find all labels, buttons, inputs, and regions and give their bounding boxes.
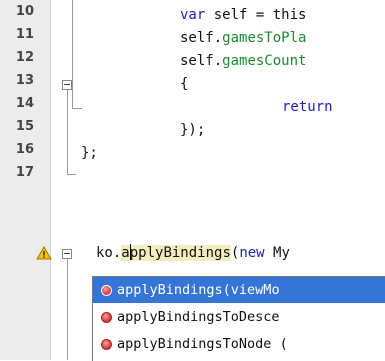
code-line-current: ko.applyBindings(new My xyxy=(96,242,385,265)
line-number: 10 xyxy=(15,4,34,19)
code-line-16: }; xyxy=(81,142,385,165)
identifier-part: pplyBindings xyxy=(129,245,231,261)
warning-icon[interactable] xyxy=(36,246,52,260)
highlighted-identifier: applyBindings xyxy=(121,244,231,261)
code-text: }; xyxy=(81,145,98,161)
completion-item[interactable]: applyBindingsToDesce xyxy=(93,304,385,330)
keyword: var xyxy=(180,7,206,23)
completion-params: (viewMo xyxy=(222,282,280,298)
completion-item[interactable]: applyBindings(viewMo xyxy=(93,277,385,303)
code-line-15: }); xyxy=(180,119,385,142)
method-icon xyxy=(101,312,112,323)
code-text: { xyxy=(180,76,189,92)
line-number: 13 xyxy=(15,73,34,88)
line-number: 12 xyxy=(15,50,34,65)
line-number: 14 xyxy=(15,96,34,111)
code-text: ko. xyxy=(96,245,122,261)
code-text: self = this xyxy=(205,7,307,23)
field-name: gamesToPla xyxy=(222,30,307,46)
code-line-10: var self = this xyxy=(180,4,385,27)
code-text: self. xyxy=(180,53,223,69)
completion-item[interactable]: applyBindingsToNode ( xyxy=(93,331,385,357)
completion-name: applyBindings xyxy=(117,282,223,298)
code-line-13: { xyxy=(180,73,385,96)
keyword: new xyxy=(239,245,265,261)
line-number: 15 xyxy=(15,119,34,134)
code-line-11: self.gamesToPla xyxy=(180,27,385,50)
autocomplete-popup[interactable]: applyBindings(viewMo applyBindingsToDesc… xyxy=(92,276,385,361)
method-icon xyxy=(101,285,112,296)
keyword: return xyxy=(282,99,333,115)
code-text: self. xyxy=(180,30,223,46)
editor-gutter: 10 11 12 13 14 15 16 17 xyxy=(0,0,51,360)
line-number: 17 xyxy=(15,165,34,180)
code-text: My xyxy=(264,245,290,261)
completion-name: applyBindingsToNode xyxy=(117,336,272,352)
method-icon xyxy=(101,339,112,350)
field-name: gamesCount xyxy=(222,53,307,69)
completion-name: applyBindingsToDesce xyxy=(117,309,280,325)
code-line-12: self.gamesCount xyxy=(180,50,385,73)
line-number: 16 xyxy=(15,142,34,157)
code-line-14: return xyxy=(282,96,385,119)
code-text: }); xyxy=(180,122,206,138)
line-number: 11 xyxy=(15,27,34,42)
identifier-part: a xyxy=(121,245,130,261)
completion-params: ( xyxy=(271,336,288,352)
